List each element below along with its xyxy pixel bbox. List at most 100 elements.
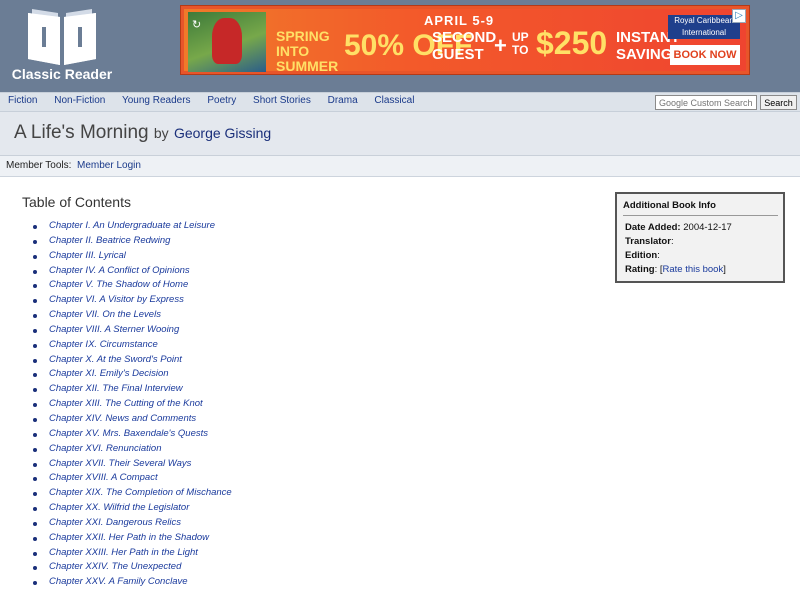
book-title: A Life's Morning xyxy=(14,122,149,143)
rating-close-bracket: ] xyxy=(723,264,726,275)
member-tools-label: Member Tools: xyxy=(6,160,72,171)
chapter-link[interactable]: Chapter XXI. Dangerous Relics xyxy=(49,517,181,528)
translator-label: Translator xyxy=(625,236,671,247)
chapter-link[interactable]: Chapter XVI. Renunciation xyxy=(49,443,161,454)
list-item: Chapter II. Beatrice Redwing xyxy=(30,234,232,249)
translator-colon: : xyxy=(670,236,674,247)
list-item: Chapter VII. On the Levels xyxy=(30,308,232,323)
list-item: Chapter XXIII. Her Path in the Light xyxy=(30,546,232,561)
chapter-link[interactable]: Chapter I. An Undergraduate at Leisure xyxy=(49,220,215,231)
book-heading: A Life's Morning by George Gissing xyxy=(14,122,271,144)
chapter-link[interactable]: Chapter X. At the Sword's Point xyxy=(49,354,182,365)
list-item: Chapter VI. A Visitor by Express xyxy=(30,293,232,308)
toc-heading: Table of Contents xyxy=(22,194,131,210)
chapter-link[interactable]: Chapter XXIII. Her Path in the Light xyxy=(49,547,198,558)
list-item: Chapter I. An Undergraduate at Leisure xyxy=(30,219,232,234)
nav-poetry[interactable]: Poetry xyxy=(207,95,236,106)
list-item: Chapter XII. The Final Interview xyxy=(30,382,232,397)
date-added-row: Date Added: 2004-12-17 xyxy=(625,222,732,233)
list-item: Chapter V. The Shadow of Home xyxy=(30,278,232,293)
chapter-link[interactable]: Chapter II. Beatrice Redwing xyxy=(49,235,170,246)
edition-colon: : xyxy=(657,250,660,261)
chapter-link[interactable]: Chapter XX. Wilfrid the Legislator xyxy=(49,502,189,513)
ad-brand-logo: Royal Caribbean International xyxy=(668,15,740,39)
info-title: Additional Book Info xyxy=(623,200,716,211)
member-tools-bar: Member Tools: Member Login xyxy=(0,156,800,177)
rate-this-book-link[interactable]: Rate this book xyxy=(662,264,723,275)
title-bar: A Life's Morning by George Gissing xyxy=(0,112,800,156)
rating-row: Rating: [Rate this book] xyxy=(625,264,726,275)
adchoices-icon[interactable]: ▷ xyxy=(732,9,746,23)
chapter-link[interactable]: Chapter XIII. The Cutting of the Knot xyxy=(49,398,203,409)
chapter-link[interactable]: Chapter XVIII. A Compact xyxy=(49,472,158,483)
author-link[interactable]: George Gissing xyxy=(174,125,271,141)
search-button[interactable]: Search xyxy=(760,95,797,110)
date-added-label: Date Added: xyxy=(625,222,681,233)
chapter-link[interactable]: Chapter VIII. A Sterner Wooing xyxy=(49,324,179,335)
nav-fiction[interactable]: Fiction xyxy=(8,95,37,106)
list-item: Chapter X. At the Sword's Point xyxy=(30,353,232,368)
open-book-icon xyxy=(28,9,96,65)
ad-amount: $250 xyxy=(536,25,608,61)
nav-links: Fiction Non-Fiction Young Readers Poetry… xyxy=(8,95,428,106)
replay-icon[interactable]: ↻ xyxy=(192,19,204,31)
list-item: Chapter IV. A Conflict of Opinions xyxy=(30,264,232,279)
rating-colon: : xyxy=(654,264,658,275)
edition-row: Edition: xyxy=(625,250,660,261)
ad-savings: INSTANT SAVINGS xyxy=(616,29,683,63)
logo-text: Classic Reader xyxy=(11,66,113,82)
ad-second-guest: SECOND GUEST xyxy=(432,29,497,63)
site-header: Classic Reader ↻ APRIL 5-9 SPRING INTO S… xyxy=(0,0,800,92)
chapter-link[interactable]: Chapter IV. A Conflict of Opinions xyxy=(49,265,190,276)
list-item: Chapter XVIII. A Compact xyxy=(30,471,232,486)
chapter-list: Chapter I. An Undergraduate at Leisure C… xyxy=(30,219,232,590)
list-item: Chapter XX. Wilfrid the Legislator xyxy=(30,501,232,516)
list-item: Chapter XV. Mrs. Baxendale's Quests xyxy=(30,427,232,442)
chapter-link[interactable]: Chapter XIX. The Completion of Mischance xyxy=(49,487,232,498)
nav-young-readers[interactable]: Young Readers xyxy=(122,95,191,106)
additional-book-info: Additional Book Info Date Added: 2004-12… xyxy=(615,192,785,283)
nav-non-fiction[interactable]: Non-Fiction xyxy=(54,95,105,106)
by-text: by xyxy=(153,125,169,141)
chapter-link[interactable]: Chapter XII. The Final Interview xyxy=(49,383,183,394)
chapter-link[interactable]: Chapter XXIV. The Unexpected xyxy=(49,561,181,572)
list-item: Chapter XXIV. The Unexpected xyxy=(30,560,232,575)
chapter-link[interactable]: Chapter XVII. Their Several Ways xyxy=(49,458,191,469)
chapter-link[interactable]: Chapter VII. On the Levels xyxy=(49,309,161,320)
info-divider xyxy=(623,215,778,216)
list-item: Chapter III. Lyrical xyxy=(30,249,232,264)
date-added-value: 2004-12-17 xyxy=(683,222,732,233)
chapter-link[interactable]: Chapter XXV. A Family Conclave xyxy=(49,576,188,587)
nav-short-stories[interactable]: Short Stories xyxy=(253,95,311,106)
ad-background: ↻ APRIL 5-9 SPRING INTO SUMMER 50% OFF S… xyxy=(184,9,746,74)
member-login-link[interactable]: Member Login xyxy=(77,160,141,171)
chapter-link[interactable]: Chapter V. The Shadow of Home xyxy=(49,279,188,290)
chapter-link[interactable]: Chapter XV. Mrs. Baxendale's Quests xyxy=(49,428,208,439)
ad-date: APRIL 5-9 xyxy=(424,13,495,28)
ad-book-now-button[interactable]: BOOK NOW xyxy=(670,45,740,65)
ad-plus: + xyxy=(494,33,507,58)
list-item: Chapter XIX. The Completion of Mischance xyxy=(30,486,232,501)
list-item: Chapter XVI. Renunciation xyxy=(30,442,232,457)
list-item: Chapter XXI. Dangerous Relics xyxy=(30,516,232,531)
nav-classical[interactable]: Classical xyxy=(374,95,414,106)
chapter-link[interactable]: Chapter IX. Circumstance xyxy=(49,339,158,350)
search-input[interactable] xyxy=(655,95,757,110)
chapter-link[interactable]: Chapter XXII. Her Path in the Shadow xyxy=(49,532,209,543)
nav-drama[interactable]: Drama xyxy=(328,95,358,106)
advertisement-banner[interactable]: ↻ APRIL 5-9 SPRING INTO SUMMER 50% OFF S… xyxy=(180,5,750,75)
translator-row: Translator: xyxy=(625,236,674,247)
chapter-link[interactable]: Chapter VI. A Visitor by Express xyxy=(49,294,184,305)
list-item: Chapter XVII. Their Several Ways xyxy=(30,457,232,472)
list-item: Chapter XI. Emily's Decision xyxy=(30,367,232,382)
site-logo[interactable]: Classic Reader xyxy=(10,5,120,87)
list-item: Chapter XIII. The Cutting of the Knot xyxy=(30,397,232,412)
ad-up-to: UP TO xyxy=(512,30,529,57)
category-nav: Fiction Non-Fiction Young Readers Poetry… xyxy=(0,92,800,112)
chapter-link[interactable]: Chapter XI. Emily's Decision xyxy=(49,368,169,379)
chapter-link[interactable]: Chapter XIV. News and Comments xyxy=(49,413,196,424)
chapter-link[interactable]: Chapter III. Lyrical xyxy=(49,250,126,261)
edition-label: Edition xyxy=(625,250,658,261)
ad-spring-text: SPRING INTO SUMMER xyxy=(276,28,339,74)
list-item: Chapter IX. Circumstance xyxy=(30,338,232,353)
